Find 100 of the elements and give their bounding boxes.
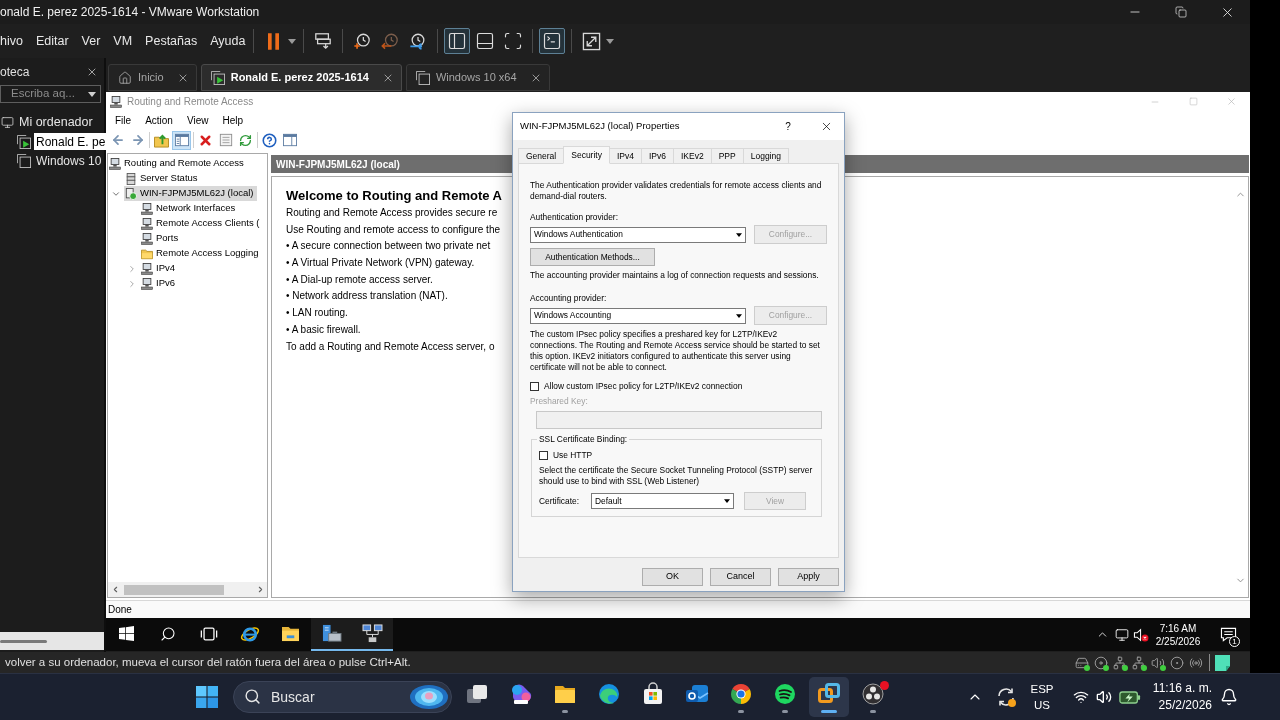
menu-item[interactable]: Help [222, 112, 243, 128]
tab[interactable]: Windows 10 x64 [405, 64, 550, 91]
computer-icon [141, 202, 153, 215]
list-item: • A basic firewall. [286, 322, 361, 337]
refresh-icon [239, 133, 252, 147]
list-item: • A Dial-up remote access server. [286, 272, 433, 287]
scrollbar-thumb[interactable] [124, 584, 224, 595]
menu-item[interactable]: View [186, 112, 209, 128]
menu-item[interactable]: Pestañas [145, 31, 198, 51]
network-icon[interactable] [1130, 654, 1147, 671]
library-view-button[interactable] [444, 28, 471, 54]
browser-icon [729, 681, 753, 706]
notifications-button[interactable]: 1 [1213, 618, 1243, 651]
dropdown[interactable]: Windows Accounting [530, 307, 746, 324]
help-button[interactable] [260, 130, 279, 150]
language-indicator[interactable]: ESP US [1025, 681, 1059, 713]
menu-item[interactable]: Action [145, 112, 173, 128]
tree-item[interactable]: Server Status [124, 171, 201, 186]
dropdown-caret-icon [88, 91, 96, 97]
running-indicator [821, 709, 837, 713]
bottom-panel-icon [475, 31, 496, 51]
pause-icon [267, 32, 279, 50]
authentication-methods-button[interactable]: Authentication Methods... [530, 248, 655, 266]
shopping-bag-icon [641, 681, 665, 706]
home-icon [118, 70, 132, 85]
list-item: • Network address translation (NAT). [286, 289, 448, 304]
server-manager-button[interactable] [311, 618, 352, 651]
menu-item[interactable]: hivo [0, 31, 23, 51]
disc-icon[interactable] [1092, 654, 1109, 671]
notification-bell-icon[interactable] [1220, 688, 1238, 706]
search-icon [159, 625, 176, 642]
dropdown-caret-icon [605, 38, 614, 44]
terminal-icon [542, 31, 563, 51]
tab[interactable]: General [518, 148, 565, 163]
checkbox-label: Allow custom IPsec policy for L2TP/IKEv2 connection [544, 381, 743, 392]
paragraph: To add a Routing and Remote Access server, o [286, 339, 495, 354]
clock[interactable]: 7:16 AM 2/25/2026 [1155, 621, 1201, 648]
tree-item[interactable]: Mi ordenador [17, 114, 95, 131]
tree-item[interactable]: Ports [140, 231, 182, 246]
note-icon[interactable] [1215, 654, 1230, 671]
dialog-button[interactable]: OK [642, 568, 703, 586]
menu-item[interactable]: Ver [81, 31, 101, 51]
cross-icon [198, 132, 213, 148]
menu-item[interactable]: Editar [35, 31, 69, 51]
tree-item[interactable]: IPv6 [140, 276, 178, 291]
field-label: Accounting provider: [530, 293, 607, 304]
clock[interactable]: 11:16 a. m. 25/2/2026 [1152, 680, 1212, 714]
show-tree-button[interactable] [172, 130, 191, 150]
folder-up-icon [154, 132, 169, 148]
computer-status-icon [125, 187, 137, 200]
checkbox[interactable] [539, 451, 548, 460]
tree-item[interactable]: IPv4 [140, 261, 178, 276]
tree-item[interactable]: WIN-FJPMJ5ML62J (local) [124, 186, 257, 201]
monitor-icon[interactable] [1114, 627, 1129, 642]
wifi-icon [1073, 689, 1089, 705]
dropdown[interactable]: Windows Authentication [530, 226, 746, 243]
dialog-button[interactable]: Apply [778, 568, 839, 586]
browser-icon [597, 681, 621, 706]
checkbox[interactable] [530, 382, 539, 391]
ring-icon[interactable] [1168, 654, 1185, 671]
computer-icon [109, 157, 121, 170]
tree-item[interactable]: Routing and Remote Access [108, 156, 247, 171]
dialog-button[interactable]: Cancel [710, 568, 771, 586]
search-field[interactable]: Escriba aq... [0, 85, 101, 103]
field-label: Preshared Key: [530, 396, 588, 407]
tab[interactable]: Logging [742, 148, 789, 163]
computer-icon [141, 232, 153, 245]
computer-icon [110, 95, 122, 108]
status-message: volver a su ordenador, mueva el cursor del ratón fuera del área o pulse Ctrl+Alt. [5, 654, 411, 670]
list-item: • LAN routing. [286, 306, 348, 321]
scrollbar-thumb[interactable] [0, 639, 47, 643]
menu-item[interactable]: VM [113, 31, 133, 51]
menu-item[interactable]: File [115, 112, 132, 128]
tree-item[interactable]: Remote Access Clients ( [140, 216, 263, 231]
fit-screen-icon [503, 31, 524, 51]
recorder-icon [861, 681, 885, 706]
close-icon [86, 66, 98, 78]
network-icon[interactable] [1111, 654, 1128, 671]
music-app-icon [773, 681, 797, 706]
tree-item[interactable]: Network Interfaces [140, 201, 239, 216]
document-icon [218, 133, 233, 147]
computer-icon [141, 217, 153, 230]
taskbar-app-button[interactable] [809, 677, 849, 717]
start-icon [196, 686, 218, 708]
menu-item[interactable]: Ayuda [210, 31, 246, 51]
close-icon [1225, 96, 1237, 107]
dropdown[interactable]: Default [591, 493, 734, 509]
description: The Authentication provider validates credentials for remote access clients and demand-dial routers. [530, 180, 823, 202]
running-indicator [562, 709, 568, 713]
tree-item[interactable]: Windows 10 [34, 152, 104, 169]
console-view-button[interactable] [539, 28, 566, 54]
start-icon [119, 626, 134, 641]
help-button[interactable]: ? [776, 113, 800, 140]
tab[interactable]: Ronald E. perez 2025-1614 [200, 64, 402, 91]
tab[interactable]: Security [563, 146, 610, 164]
tab[interactable]: Inicio [108, 64, 197, 91]
routing-app-button[interactable] [352, 618, 393, 651]
tree-item[interactable]: Remote Access Logging [140, 246, 262, 261]
speaker-icon[interactable] [1132, 627, 1149, 642]
tree-item[interactable]: Ronald E. pe [34, 133, 108, 150]
